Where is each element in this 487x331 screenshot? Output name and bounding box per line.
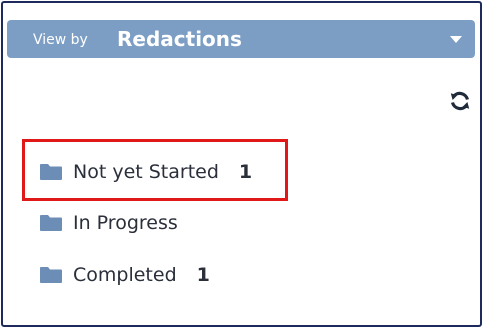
view-by-value: Redactions <box>117 27 242 51</box>
redactions-panel: View by Redactions Not yet Started 1 In … <box>1 1 482 327</box>
folder-item-in-progress[interactable]: In Progress <box>39 208 178 238</box>
folder-icon <box>40 267 62 283</box>
folder-label: Not yet Started <box>73 161 219 183</box>
folder-icon <box>40 164 62 180</box>
view-by-dropdown[interactable]: View by Redactions <box>7 20 475 58</box>
folder-count: 1 <box>238 161 253 183</box>
caret-down-icon <box>450 36 462 43</box>
refresh-icon[interactable] <box>448 89 472 113</box>
folder-item-completed[interactable]: Completed 1 <box>39 260 210 290</box>
folder-icon <box>40 215 62 231</box>
folder-count: 1 <box>196 264 210 286</box>
folder-label: Completed <box>73 264 177 286</box>
folder-label: In Progress <box>73 212 178 234</box>
view-by-label: View by <box>33 32 88 48</box>
folder-item-not-yet-started[interactable]: Not yet Started 1 <box>39 157 252 187</box>
